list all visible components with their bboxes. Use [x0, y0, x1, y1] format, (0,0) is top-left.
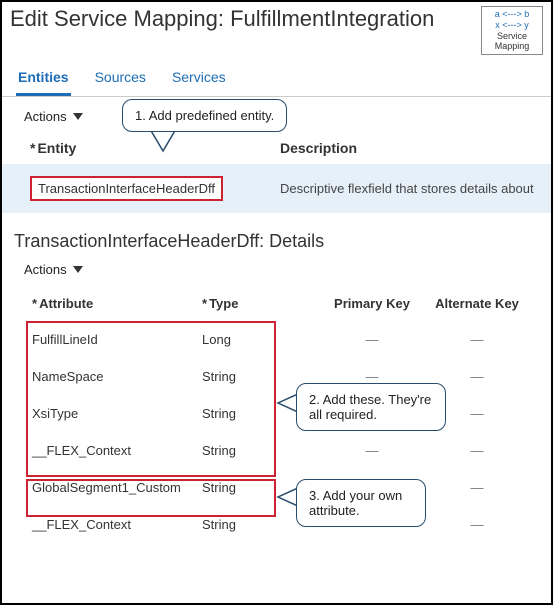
details-actions-menu[interactable]: Actions	[24, 262, 83, 277]
attr-name-cell: NameSpace	[32, 369, 202, 384]
col-attribute-header: *Attribute	[32, 296, 202, 311]
annotation-callout-2: 2. Add these. They're all required.	[296, 383, 446, 431]
col-alternate-key-header: Alternate Key	[432, 296, 522, 311]
service-mapping-badge: a <---> b x <---> y Service Mapping	[481, 6, 543, 55]
annotation-text-3: 3. Add your own attribute.	[309, 488, 402, 518]
annotation-text-1: 1. Add predefined entity.	[135, 108, 274, 123]
attr-name-cell: __FLEX_Context	[32, 443, 202, 458]
attr-pk-cell: —	[312, 369, 432, 384]
actions-label: Actions	[24, 109, 67, 124]
attribute-row[interactable]: NameSpace String — —	[2, 358, 551, 395]
chevron-down-icon	[73, 266, 83, 273]
badge-caption: Service Mapping	[486, 31, 538, 53]
attr-type-cell: String	[202, 443, 312, 458]
attribute-table-header: *Attribute *Type Primary Key Alternate K…	[2, 285, 551, 321]
attr-pk-cell: —	[312, 443, 432, 458]
attr-pk-cell: —	[312, 332, 432, 347]
entity-name-cell: TransactionInterfaceHeaderDff	[30, 176, 223, 201]
attribute-row[interactable]: FulfillLineId Long — —	[2, 321, 551, 358]
attr-type-cell: String	[202, 369, 312, 384]
attribute-row[interactable]: __FLEX_Context String — —	[2, 506, 551, 543]
details-section-title: TransactionInterfaceHeaderDff: Details	[2, 213, 551, 258]
col-type-header: *Type	[202, 296, 312, 311]
attr-name-cell: FulfillLineId	[32, 332, 202, 347]
page-title: Edit Service Mapping: FulfillmentIntegra…	[10, 6, 481, 32]
attr-name-cell: GlobalSegment1_Custom	[32, 480, 202, 495]
chevron-down-icon	[73, 113, 83, 120]
attribute-row[interactable]: __FLEX_Context String — —	[2, 432, 551, 469]
entity-table-header: *Entity Description	[2, 132, 551, 164]
attr-ak-cell: —	[432, 369, 522, 384]
tab-entities[interactable]: Entities	[16, 63, 71, 96]
badge-line2: x <---> y	[486, 20, 538, 31]
attr-ak-cell: —	[432, 480, 522, 495]
entities-actions-menu[interactable]: Actions	[24, 109, 83, 124]
tab-services[interactable]: Services	[170, 63, 228, 96]
actions-label-2: Actions	[24, 262, 67, 277]
attr-ak-cell: —	[432, 332, 522, 347]
attr-name-cell: __FLEX_Context	[32, 517, 202, 532]
tab-bar: Entities Sources Services	[2, 55, 551, 97]
attr-ak-cell: —	[432, 517, 522, 532]
annotation-text-2: 2. Add these. They're all required.	[309, 392, 431, 422]
attr-name-cell: XsiType	[32, 406, 202, 421]
annotation-callout-3: 3. Add your own attribute.	[296, 479, 426, 527]
col-primary-key-header: Primary Key	[312, 296, 432, 311]
annotation-callout-1: 1. Add predefined entity.	[122, 99, 287, 132]
attr-type-cell: Long	[202, 332, 312, 347]
attr-ak-cell: —	[432, 443, 522, 458]
entity-description-cell: Descriptive flexfield that stores detail…	[280, 181, 551, 196]
tab-sources[interactable]: Sources	[93, 63, 148, 96]
entity-row-selected[interactable]: TransactionInterfaceHeaderDff Descriptiv…	[2, 164, 551, 213]
badge-line1: a <---> b	[486, 9, 538, 20]
callout-pointer-icon	[150, 129, 176, 155]
col-description-header: Description	[280, 140, 551, 156]
